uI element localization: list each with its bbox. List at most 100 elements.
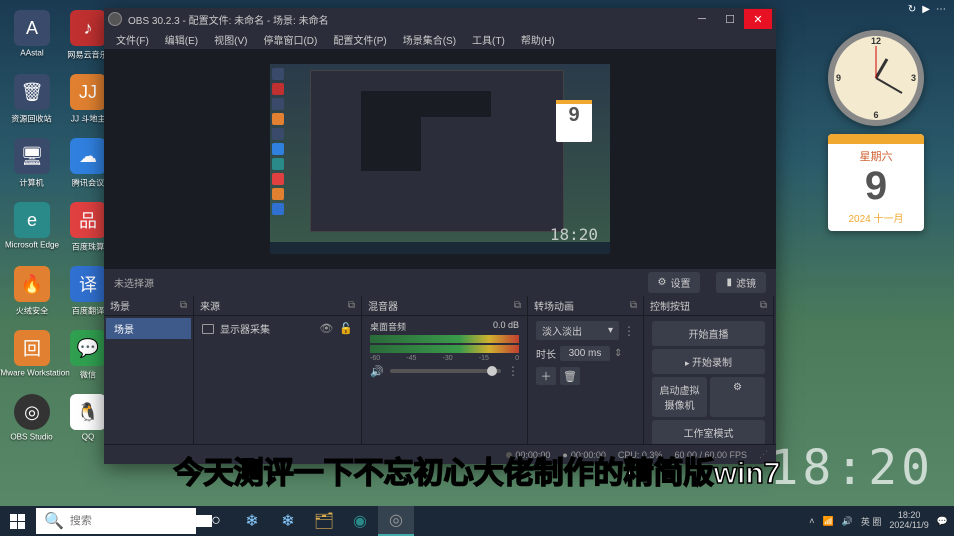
task-snowflake1[interactable]: ❄ [234, 506, 270, 536]
close-button[interactable]: ✕ [744, 9, 772, 29]
audio-meter [370, 335, 519, 343]
track-menu-icon[interactable]: ⋮ [507, 364, 519, 378]
task-explorer[interactable]: 🗂 [306, 506, 342, 536]
track-db: 0.0 dB [493, 320, 519, 333]
start-virtualcam-button[interactable]: 启动虚拟摄像机 [652, 377, 707, 417]
maximize-button[interactable]: ☐ [716, 9, 744, 29]
obs-window-title: OBS 30.2.3 - 配置文件: 未命名 - 场景: 未命名 [128, 12, 688, 27]
spinner-icon[interactable]: ⇕ [614, 348, 622, 359]
popout-icon[interactable]: ⧉ [630, 300, 637, 311]
source-filter-button[interactable]: ▮滤镜 [716, 272, 766, 293]
minimize-button[interactable]: ─ [688, 9, 716, 29]
transition-menu-icon[interactable]: ⋮ [623, 324, 635, 338]
taskbar: 🔍 ○ ❄ ❄ 🗂 ◉ ◎ ˄ 📶 🔊 英 圈 18:20 2024/11/9 … [0, 506, 954, 536]
tray-volume-icon[interactable]: 🔊 [842, 516, 853, 527]
chevron-down-icon: ▾ [608, 325, 613, 336]
obs-docks: 场景 ⧉ 场景 来源 ⧉ 显示器采集 👁 🔓 [104, 296, 776, 444]
calendar-day: 9 [828, 164, 924, 208]
popout-icon[interactable]: ⧉ [348, 300, 355, 311]
tray-ime[interactable]: 英 圈 [861, 515, 882, 528]
meter-ticks: -60-45-30-150 [370, 355, 519, 362]
track-name: 桌面音频 [370, 320, 406, 333]
calendar-weekday: 星期六 [828, 144, 924, 164]
tray-network-icon[interactable]: 📶 [822, 516, 833, 527]
scenes-panel: 场景 ⧉ 场景 [104, 296, 194, 444]
scene-item[interactable]: 场景 [106, 318, 191, 339]
mixer-track: 桌面音频 0.0 dB -60-45-30-150 🔊 ⋮ [364, 318, 525, 380]
desktop-icon-vmware[interactable]: 回VMware Workstation [8, 330, 56, 388]
duration-input[interactable]: 300 ms [560, 346, 610, 361]
gear-icon: ⚙ [658, 277, 667, 288]
volume-slider[interactable] [390, 369, 501, 373]
video-subtitle: 今天测评一下不忘初心大佬制作的精简版win7 [174, 448, 781, 492]
menu-profile[interactable]: 配置文件(P) [327, 30, 392, 49]
task-snowflake2[interactable]: ❄ [270, 506, 306, 536]
system-tray: ˄ 📶 🔊 英 圈 18:20 2024/11/9 💬 [803, 511, 954, 531]
audio-meter [370, 345, 519, 353]
task-edge[interactable]: ◉ [342, 506, 378, 536]
obs-preview-area[interactable]: 9 18:20 [104, 50, 776, 268]
search-input[interactable] [70, 515, 212, 527]
desktop-icon-huorong[interactable]: 🔥火绒安全 [8, 266, 56, 324]
obs-window: OBS 30.2.3 - 配置文件: 未命名 - 场景: 未命名 ─ ☐ ✕ 文… [104, 8, 776, 464]
menu-tools[interactable]: 工具(T) [466, 30, 511, 49]
obs-menubar: 文件(F) 编辑(E) 视图(V) 停靠窗口(D) 配置文件(P) 场景集合(S… [104, 30, 776, 50]
start-streaming-button[interactable]: 开始直播 [652, 321, 765, 346]
second-hand [876, 46, 877, 78]
desktop: ↻▶⋯ AAAstal♪网易云音乐 🗑资源回收站JJJJ 斗地主 🖥计算机☁腾讯… [0, 0, 954, 536]
clock-gadget[interactable]: 12 3 6 9 [828, 30, 924, 126]
desktop-icon-aastal[interactable]: AAAstal [8, 10, 56, 68]
task-obs[interactable]: ◎ [378, 506, 414, 536]
windows-logo-icon [10, 514, 25, 529]
speaker-icon[interactable]: 🔊 [370, 365, 384, 378]
remove-transition-button[interactable]: 🗑 [560, 367, 580, 385]
virtualcam-settings-button[interactable]: ⚙ [710, 377, 765, 417]
tray-chevron-icon[interactable]: ˄ [809, 516, 814, 526]
source-name: 显示器采集 [220, 321, 270, 336]
desktop-clock: 18:20 [770, 440, 935, 496]
filter-icon: ▮ [726, 277, 732, 288]
taskbar-apps: ○ ❄ ❄ 🗂 ◉ ◎ [198, 506, 414, 536]
scenes-title: 场景 [110, 298, 130, 313]
menu-help[interactable]: 帮助(H) [515, 30, 561, 49]
add-transition-button[interactable]: ＋ [536, 367, 556, 385]
task-cortana[interactable]: ○ [198, 506, 234, 536]
visibility-toggle[interactable]: 👁 [319, 322, 333, 335]
tray-clock[interactable]: 18:20 2024/11/9 [889, 511, 928, 531]
taskbar-search[interactable]: 🔍 [36, 508, 196, 534]
gear-icon: ⚙ [733, 382, 742, 393]
controls-title: 控制按钮 [650, 298, 690, 313]
transitions-panel: 转场动画⧉ 淡入淡出▾ ⋮ 时长 300 ms ⇕ ＋ 🗑 [528, 296, 644, 444]
controls-panel: 控制按钮⧉ 开始直播 ▸ 开始录制 启动虚拟摄像机 ⚙ 工作室模式 设置 [644, 296, 774, 444]
obs-titlebar[interactable]: OBS 30.2.3 - 配置文件: 未命名 - 场景: 未命名 ─ ☐ ✕ [104, 8, 776, 30]
menu-view[interactable]: 视图(V) [208, 30, 253, 49]
lock-toggle[interactable]: 🔓 [339, 322, 353, 335]
menu-scene-collection[interactable]: 场景集合(S) [397, 30, 462, 49]
desktop-icon-edge[interactable]: eMicrosoft Edge [8, 202, 56, 260]
start-button[interactable] [0, 506, 34, 536]
desktop-icon-recycle[interactable]: 🗑资源回收站 [8, 74, 56, 132]
display-capture-icon [202, 324, 214, 334]
calendar-gadget[interactable]: 星期六 9 2024 十一月 [828, 134, 924, 231]
menu-file[interactable]: 文件(F) [110, 30, 155, 49]
transitions-title: 转场动画 [534, 298, 574, 313]
menu-edit[interactable]: 编辑(E) [159, 30, 204, 49]
transition-select[interactable]: 淡入淡出▾ [536, 321, 619, 340]
tray-notifications-icon[interactable]: 💬 [937, 516, 948, 527]
search-icon: 🔍 [44, 511, 64, 531]
studio-mode-button[interactable]: 工作室模式 [652, 420, 765, 444]
obs-logo-icon [108, 12, 122, 26]
calendar-month: 2024 十一月 [828, 208, 924, 231]
menu-dock[interactable]: 停靠窗口(D) [257, 30, 323, 49]
popout-icon[interactable]: ⧉ [180, 300, 187, 311]
preview-content: 9 18:20 [270, 64, 610, 254]
desktop-icon-obs[interactable]: ◎OBS Studio [8, 394, 56, 452]
video-player-controls[interactable]: ↻▶⋯ [908, 4, 946, 15]
source-item[interactable]: 显示器采集 👁 🔓 [196, 318, 359, 339]
popout-icon[interactable]: ⧉ [760, 300, 767, 311]
popout-icon[interactable]: ⧉ [514, 300, 521, 311]
source-settings-button[interactable]: ⚙设置 [648, 272, 701, 293]
start-recording-button[interactable]: ▸ 开始录制 [652, 349, 765, 374]
sources-title: 来源 [200, 298, 220, 313]
desktop-icon-computer[interactable]: 🖥计算机 [8, 138, 56, 196]
